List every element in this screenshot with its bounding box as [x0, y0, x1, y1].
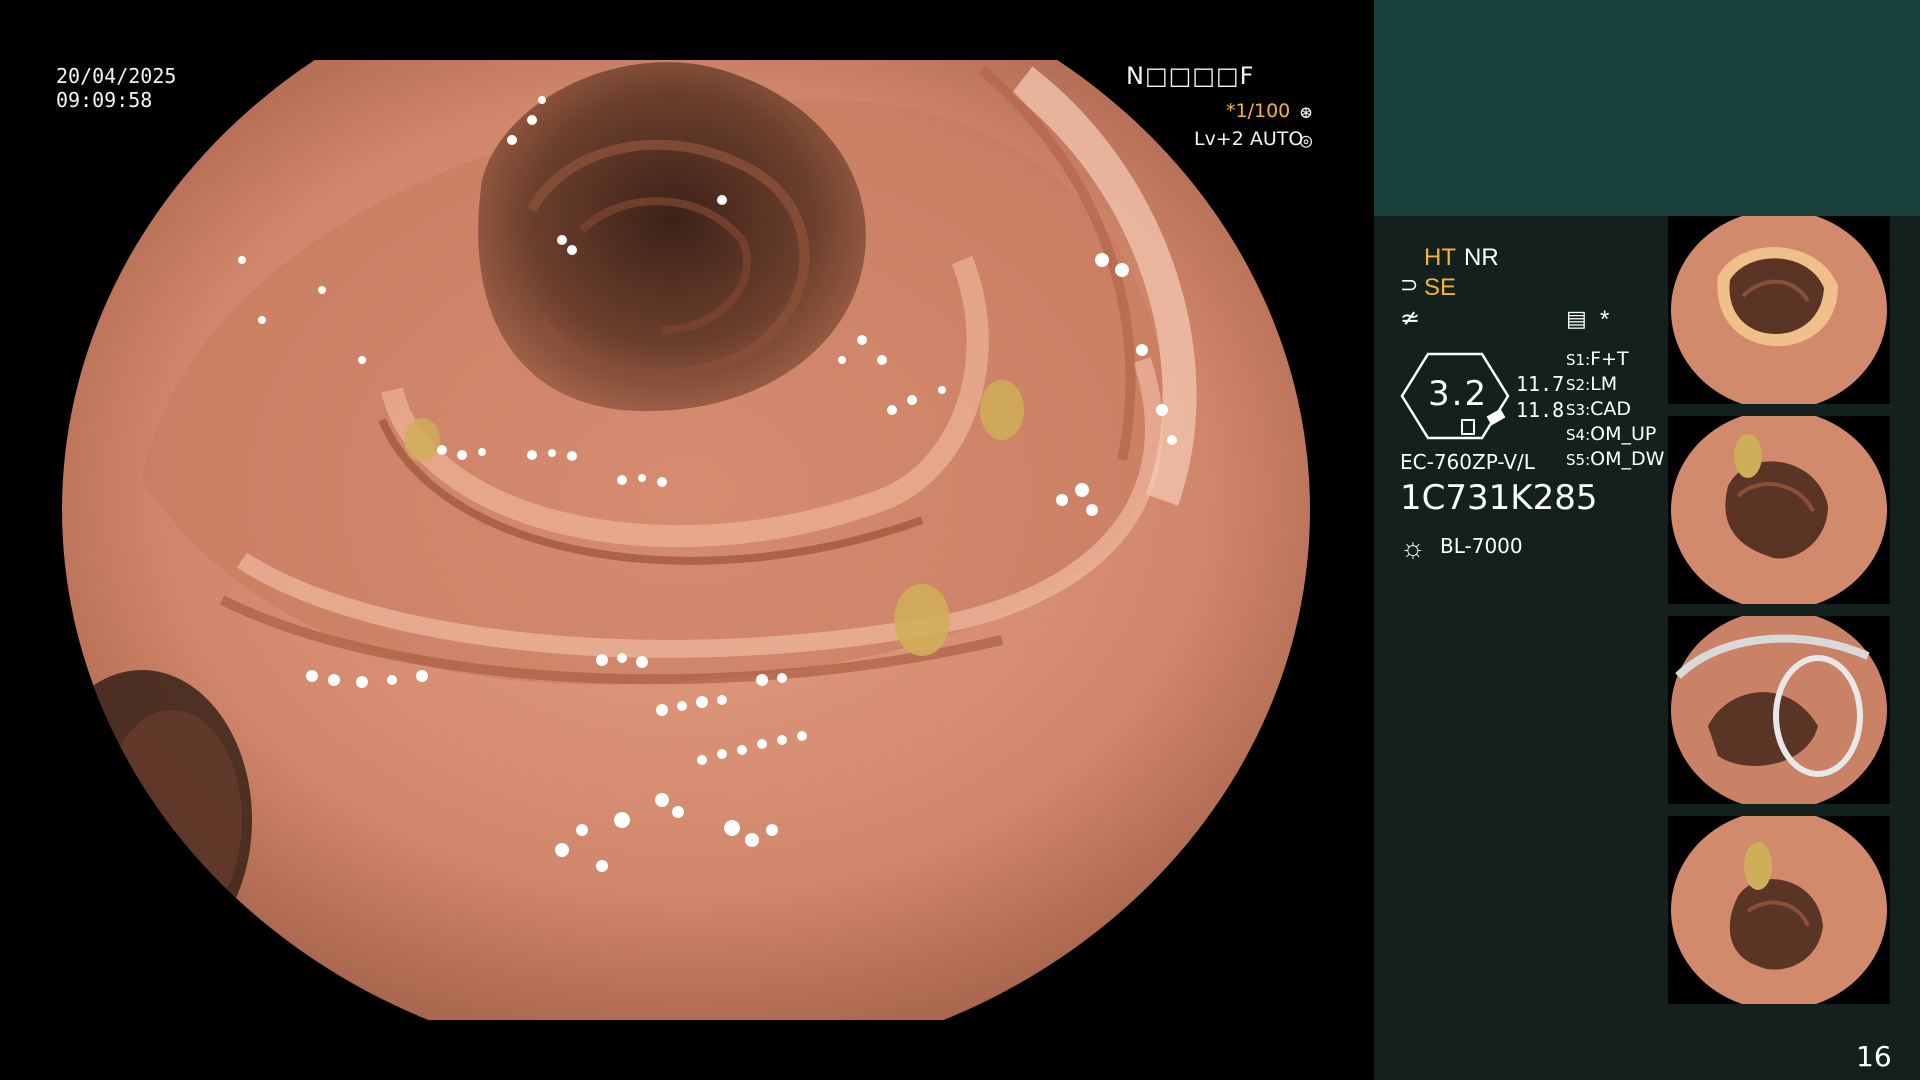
shutter-speed: *1/100 [1226, 100, 1291, 122]
capture-thumbnail[interactable] [1668, 216, 1890, 404]
reading-1: 11.7 [1516, 372, 1565, 396]
switch-key: S4: [1566, 426, 1591, 444]
se-indicator: SE [1424, 274, 1457, 301]
light-source-icon: ☼ [1400, 532, 1426, 563]
patient-id: N□□□□F [1126, 62, 1255, 90]
scope-serial: 1C731K285 [1400, 478, 1598, 518]
thumbnail-image [1671, 616, 1887, 804]
switch-key: S3: [1566, 401, 1591, 419]
switch-1: S1:F+T [1566, 348, 1629, 370]
switch-value: OM_DW [1590, 448, 1665, 470]
thumbnail-image [1671, 816, 1887, 1004]
structure-enhance-icon: ⊃ [1400, 272, 1419, 297]
endoscope-view [62, 60, 1310, 1020]
switch-3: S3:CAD [1566, 398, 1631, 420]
zoom-value: 3.2 [1428, 374, 1489, 414]
switch-2: S2:LM [1566, 373, 1617, 395]
capture-thumbnail[interactable] [1668, 416, 1890, 604]
switch-4: S4:OM_UP [1566, 423, 1656, 445]
colon-image [62, 60, 1310, 1020]
brightness-level: Lv+2 AUTO [1194, 128, 1304, 150]
switch-value: CAD [1590, 398, 1632, 420]
switch-value: OM_UP [1590, 423, 1657, 445]
switch-key: S1: [1566, 351, 1591, 369]
scope-model: EC-760ZP-V/L [1400, 450, 1535, 474]
thumbnail-image [1671, 216, 1887, 404]
thumbnail-image [1671, 416, 1887, 604]
shutter-icon: ⊛ [1300, 100, 1313, 124]
capture-thumbnail[interactable] [1668, 616, 1890, 804]
page-number: 16 [1856, 1040, 1892, 1073]
memory-icon: ▤ [1566, 306, 1587, 331]
ht-indicator: HT [1424, 244, 1456, 271]
light-source: BL-7000 [1440, 534, 1523, 558]
time-label: 09:09:58 [56, 88, 153, 112]
switch-5: S5:OM_DW [1566, 448, 1664, 470]
switch-key: S2: [1566, 376, 1591, 394]
capture-thumbnail[interactable] [1668, 816, 1890, 1004]
star-indicator: * [1600, 306, 1610, 333]
frequency-icon: ≄ [1400, 305, 1421, 332]
reading-2: 11.8 [1516, 398, 1565, 422]
info-panel: HT NR ⊃ SE ≄ ▤ * 3.2 11.7 11.8 S1:F+T S2… [1374, 0, 1920, 1080]
switch-value: F+T [1590, 348, 1629, 370]
switch-key: S5: [1566, 451, 1591, 469]
date-label: 20/04/2025 [56, 64, 177, 88]
panel-header [1374, 0, 1920, 216]
switch-value: LM [1590, 373, 1618, 395]
nr-indicator: NR [1464, 244, 1499, 271]
iris-auto-icon: ◎ [1300, 128, 1313, 152]
